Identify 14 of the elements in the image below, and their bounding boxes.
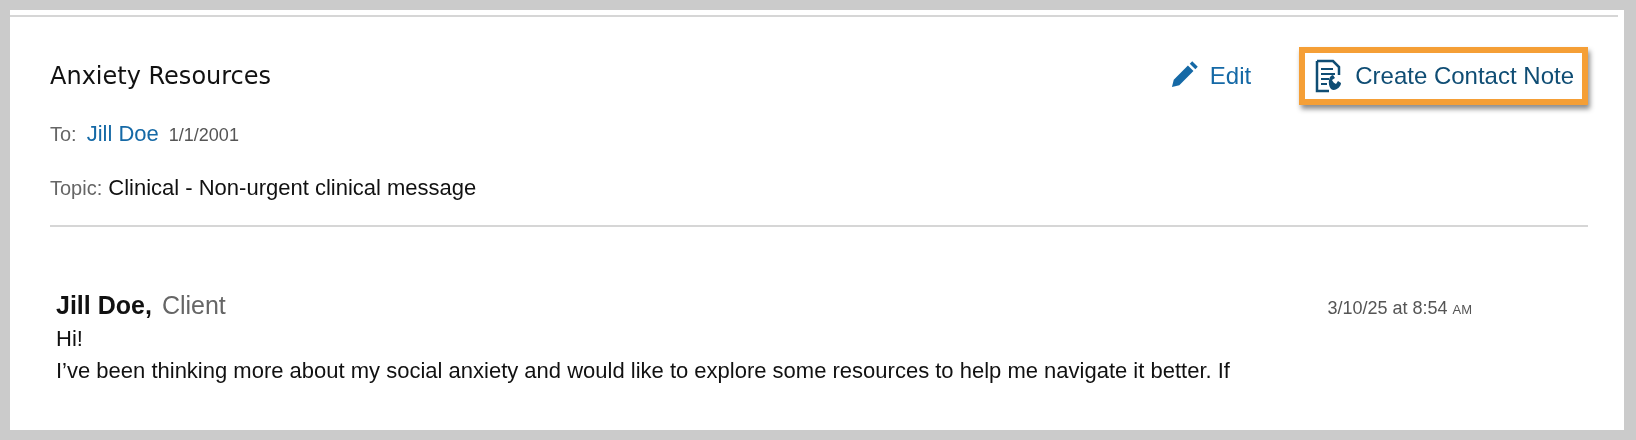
recipient-link[interactable]: Jill Doe [86, 121, 159, 147]
time-meridiem: AM [1452, 302, 1472, 317]
author-role: Client [161, 291, 226, 320]
author-name: Jill Doe, [56, 291, 152, 320]
message-text: I’ve been thinking more about my social anxiety and would like to explore some resources to help me navigate it better. If [56, 358, 1231, 384]
message-text: Hi! [56, 326, 84, 352]
topic-value: Clinical - Non-urgent clinical message [108, 175, 477, 201]
note-phone-icon [1315, 59, 1344, 93]
message-time: 3/10/25 at 8:54 [1327, 298, 1448, 319]
birth-date: 1/1/2001 [168, 125, 239, 146]
create-contact-note-button[interactable]: Create Contact Note [1299, 47, 1588, 105]
to-label: To: [50, 123, 77, 146]
message-title: Anxiety Resources [50, 62, 272, 90]
topic-label: Topic: [50, 177, 103, 200]
